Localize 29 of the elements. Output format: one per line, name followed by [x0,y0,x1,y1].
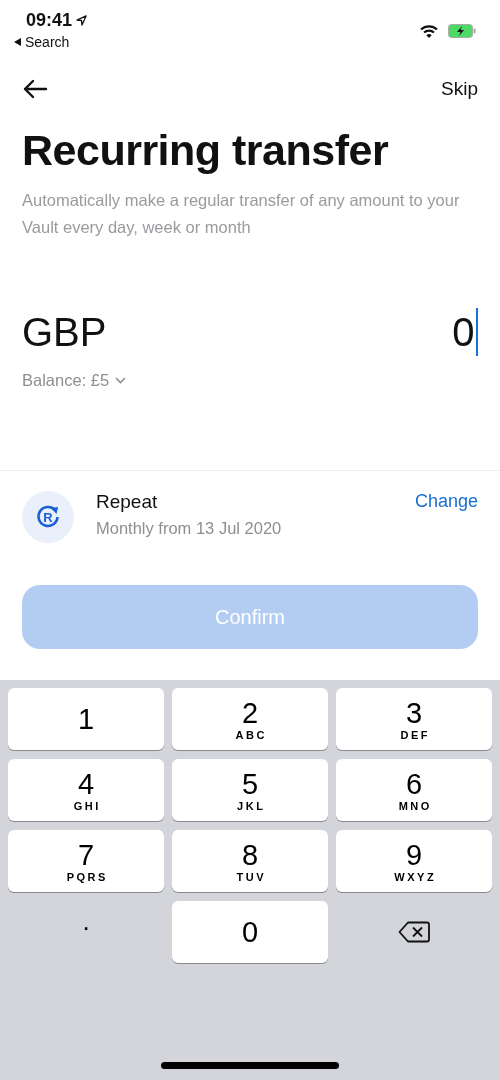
page-description: Automatically make a regular transfer of any amount to your Vault every day, week or month [22,190,461,238]
page-title: Recurring transfer [22,126,390,175]
chevron-down-icon [115,377,127,384]
keypad-key[interactable]: 8 TUV [172,830,328,892]
keypad-key[interactable]: 9 WXYZ [336,830,492,892]
change-link[interactable]: Change [414,491,478,512]
back-triangle-icon [14,38,21,46]
keypad-key[interactable]: 2 ABC [172,688,328,750]
keypad-key[interactable]: 7 PQRS [8,830,164,892]
keypad-key[interactable]: 0 [172,901,328,963]
keypad-key[interactable]: 6 MNO [336,759,492,821]
wifi-icon [420,24,438,38]
repeat-schedule: Monthly from 13 Jul 2020 [96,519,283,538]
back-arrow-icon[interactable] [22,79,48,99]
back-to-app-link[interactable]: Search [14,34,88,50]
location-arrow-icon [76,15,88,26]
keypad-key[interactable]: 1 [8,688,164,750]
amount-field[interactable]: 0 [452,308,478,356]
keypad-key[interactable]: 4 GHI [8,759,164,821]
currency-code[interactable]: GBP [22,309,107,355]
skip-button[interactable]: Skip [441,78,478,100]
repeat-icon: R [22,491,74,543]
repeat-label: Repeat [96,491,159,513]
delete-key-icon[interactable] [398,921,430,943]
status-time: 09:41 [26,10,73,31]
decimal-point-key[interactable]: . [8,901,164,963]
keypad-key[interactable]: 5 JKL [172,759,328,821]
keypad-key[interactable]: 3 DEF [336,688,492,750]
battery-charging-icon [448,24,476,38]
